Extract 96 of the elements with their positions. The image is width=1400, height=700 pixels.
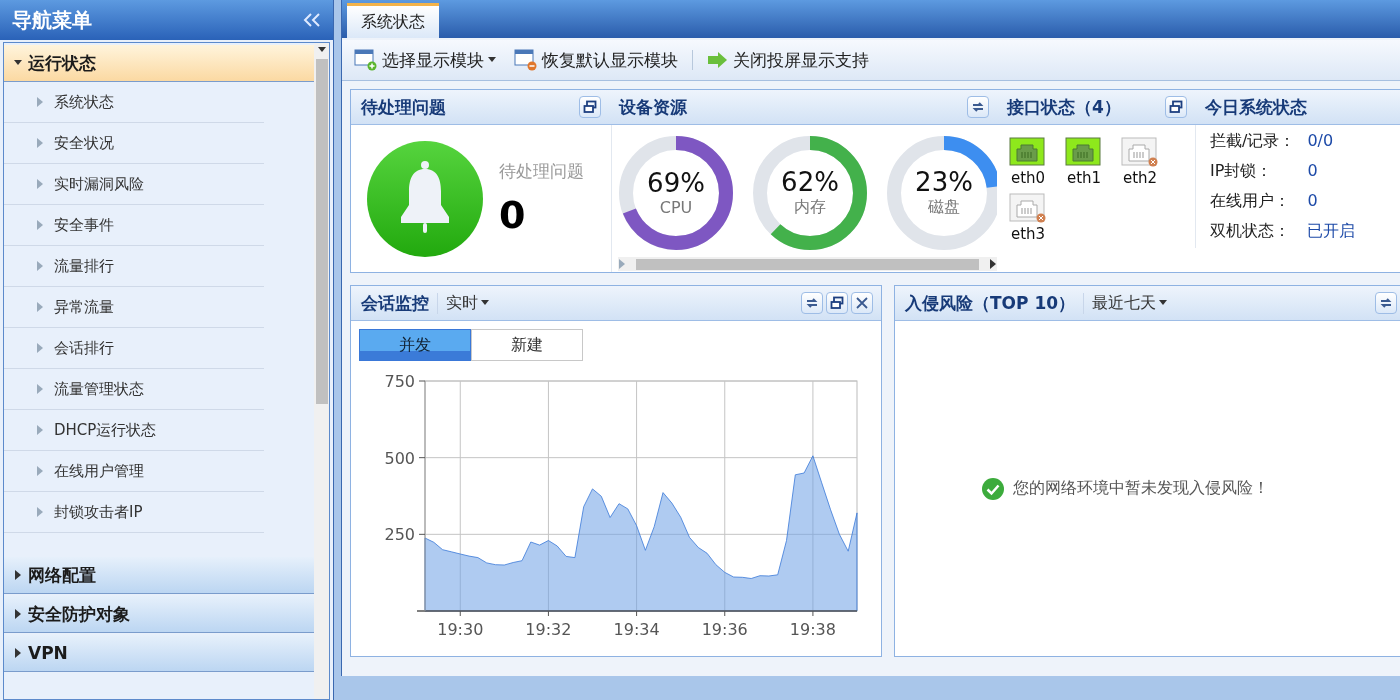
caret-icon xyxy=(989,259,997,269)
stat-label: 在线用户： xyxy=(1210,191,1291,212)
check-icon xyxy=(981,476,1005,501)
chevron-icon xyxy=(36,138,44,148)
menu-item[interactable]: 流量管理状态 xyxy=(4,369,264,410)
chevron-icon xyxy=(36,220,44,230)
chevron-icon xyxy=(36,179,44,189)
menu-item[interactable]: 安全状况 xyxy=(4,123,264,164)
axis-label: 19:30 xyxy=(437,620,484,639)
panel-title: 待处理问题 xyxy=(361,95,446,119)
toolbar-button[interactable]: 选择显示模块 xyxy=(350,48,500,72)
window-remove-icon xyxy=(514,49,538,71)
menu-group[interactable]: 运行状态 xyxy=(4,45,314,82)
panel-title: 会话监控 xyxy=(361,291,429,315)
scrollbar[interactable] xyxy=(314,43,329,699)
menu-group[interactable]: VPN xyxy=(4,635,314,672)
gauge-value: 23% xyxy=(915,168,973,197)
caret-icon xyxy=(14,648,22,658)
menu-item[interactable]: 异常流量 xyxy=(4,287,264,328)
restore-button[interactable] xyxy=(1165,96,1187,118)
menu-item[interactable]: 安全事件 xyxy=(4,205,264,246)
refresh-button[interactable] xyxy=(967,96,989,118)
axis-label: 19:32 xyxy=(525,620,572,639)
pending-label: 待处理问题 xyxy=(499,160,584,183)
menu-item[interactable]: 会话排行 xyxy=(4,328,264,369)
refresh-icon xyxy=(971,100,985,114)
close-button[interactable] xyxy=(851,292,873,314)
caret-icon xyxy=(14,609,22,619)
pending-count: 0 xyxy=(499,193,527,237)
menu-item[interactable]: 在线用户管理 xyxy=(4,451,264,492)
panel-title: 今日系统状态 xyxy=(1205,95,1307,119)
horizontal-scrollbar[interactable] xyxy=(618,257,997,271)
collapse-icon[interactable] xyxy=(303,13,321,27)
restore-button[interactable] xyxy=(826,292,848,314)
mode-toggle[interactable]: 并发 xyxy=(359,329,471,361)
port-name: eth0 xyxy=(1010,169,1046,187)
port-name: eth1 xyxy=(1066,169,1102,187)
axis-label: 19:36 xyxy=(701,620,748,639)
restore-icon xyxy=(583,100,597,114)
gauge-label: 磁盘 xyxy=(928,196,960,218)
chevron-icon xyxy=(618,259,626,269)
stat-value: 已开启 xyxy=(1307,221,1356,242)
menu-group[interactable]: 安全防护对象 xyxy=(4,596,314,633)
restore-icon xyxy=(1169,100,1183,114)
toolbar-button[interactable]: 恢复默认显示模块 xyxy=(510,48,682,72)
sidebar-title: 导航菜单 xyxy=(12,6,92,34)
chevron-icon xyxy=(36,507,44,517)
chevron-icon xyxy=(36,425,44,435)
menu-item[interactable]: 实时漏洞风险 xyxy=(4,164,264,205)
chevron-icon xyxy=(36,466,44,476)
restore-icon xyxy=(830,296,844,310)
gauge-value: 62% xyxy=(781,168,839,197)
menu-item[interactable]: 流量排行 xyxy=(4,246,264,287)
stat-value: 0/0 xyxy=(1307,131,1335,152)
refresh-button[interactable] xyxy=(1375,292,1397,314)
mode-toggle[interactable]: 新建 xyxy=(471,329,583,361)
axis-label: 500 xyxy=(384,448,415,468)
menu-group[interactable]: 网络配置 xyxy=(4,557,314,594)
stat-value: 0 xyxy=(1307,161,1319,182)
menu-item[interactable]: DHCP运行状态 xyxy=(4,410,264,451)
stat-label: IP封锁： xyxy=(1210,161,1274,182)
stat-label: 拦截/记录： xyxy=(1210,131,1296,152)
panel-title: 入侵风险（TOP 10） xyxy=(905,291,1076,315)
axis-label: 750 xyxy=(384,372,415,391)
period-dropdown[interactable]: 实时 xyxy=(437,292,489,314)
chevron-icon xyxy=(36,384,44,394)
panel-title: 设备资源 xyxy=(619,95,687,119)
axis-label: 19:38 xyxy=(789,620,836,639)
chevron-icon xyxy=(36,97,44,107)
port-name: eth2 xyxy=(1122,169,1158,187)
port-name: eth3 xyxy=(1010,225,1046,243)
window-add-icon xyxy=(354,49,378,71)
chevron-icon xyxy=(36,261,44,271)
stat-value: 0 xyxy=(1307,191,1319,212)
close-icon xyxy=(855,296,869,310)
period-dropdown[interactable]: 最近七天 xyxy=(1083,292,1168,314)
chevron-icon xyxy=(36,343,44,353)
arrow-right-icon xyxy=(707,51,729,69)
menu-item[interactable]: 系统状态 xyxy=(4,82,264,123)
refresh-icon xyxy=(1379,296,1393,310)
axis-label: 250 xyxy=(384,525,415,545)
gauge-label: CPU xyxy=(659,197,693,217)
tab[interactable]: 系统状态 xyxy=(347,3,439,38)
chevron-icon xyxy=(36,302,44,312)
menu-item[interactable]: 封锁攻击者IP xyxy=(4,492,264,533)
refresh-button[interactable] xyxy=(801,292,823,314)
refresh-icon xyxy=(805,296,819,310)
axis-label: 19:34 xyxy=(613,620,660,639)
panel-title: 接口状态（4） xyxy=(1007,95,1121,119)
gauge-value: 69% xyxy=(647,169,705,198)
restore-button[interactable] xyxy=(579,96,601,118)
stat-label: 双机状态： xyxy=(1210,221,1291,242)
gauge-label: 内存 xyxy=(794,196,826,218)
toolbar-button[interactable]: 关闭投屏显示支持 xyxy=(703,48,873,72)
empty-message: 您的网络环境中暂未发现入侵风险！ xyxy=(1013,478,1269,499)
caret-icon xyxy=(14,570,22,580)
